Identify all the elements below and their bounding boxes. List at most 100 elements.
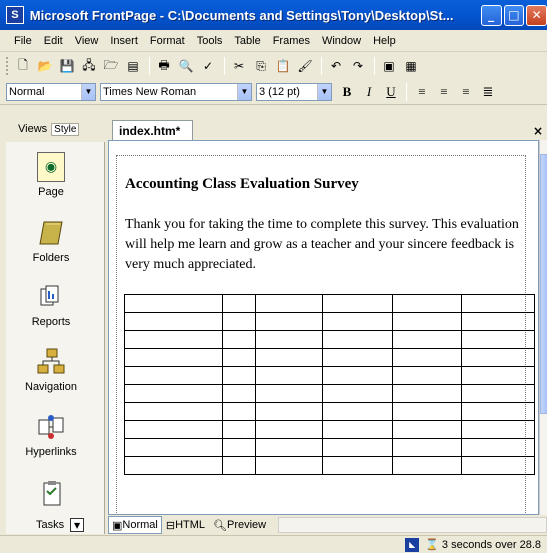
menu-insert[interactable]: Insert: [104, 35, 144, 47]
table-cell[interactable]: [254, 348, 324, 367]
view-reports[interactable]: Reports: [6, 282, 96, 344]
tab-index-htm[interactable]: index.htm*: [112, 120, 194, 140]
spelling-icon[interactable]: ✓: [198, 56, 218, 76]
table-cell[interactable]: [392, 384, 463, 403]
style-dropdown[interactable]: Normal ▼: [6, 82, 96, 101]
table-cell[interactable]: [392, 330, 463, 349]
table-cell[interactable]: [322, 366, 394, 385]
table-cell[interactable]: [392, 366, 463, 385]
table-cell[interactable]: [124, 438, 223, 457]
chevron-down-icon[interactable]: ▼: [317, 83, 331, 100]
table-cell[interactable]: [322, 348, 394, 367]
menu-file[interactable]: File: [8, 35, 38, 47]
view-tasks-icon-item[interactable]: [6, 478, 96, 508]
view-label-tasks[interactable]: Tasks: [36, 519, 64, 531]
table-cell[interactable]: [221, 402, 256, 421]
table-cell[interactable]: [254, 330, 324, 349]
menu-frames[interactable]: Frames: [267, 35, 316, 47]
table-row[interactable]: [124, 420, 535, 439]
web-component-icon[interactable]: ▣: [379, 56, 399, 76]
new-page-icon[interactable]: 🗋: [13, 56, 33, 76]
table-cell[interactable]: [221, 366, 256, 385]
table-cell[interactable]: [254, 294, 324, 313]
table-cell[interactable]: [254, 456, 324, 475]
toolbar-grip[interactable]: [6, 57, 9, 75]
italic-button[interactable]: I: [358, 82, 380, 102]
table-cell[interactable]: [392, 438, 463, 457]
table-row[interactable]: [124, 294, 535, 313]
tab-normal[interactable]: ▣ Normal: [108, 516, 162, 534]
table-cell[interactable]: [322, 402, 394, 421]
table-cell[interactable]: [392, 312, 463, 331]
table-row[interactable]: [124, 384, 535, 403]
intro-paragraph[interactable]: Thank you for taking the time to complet…: [125, 215, 525, 275]
table-cell[interactable]: [221, 384, 256, 403]
table-cell[interactable]: [461, 312, 535, 331]
open-icon[interactable]: 📂: [35, 56, 55, 76]
table-cell[interactable]: [322, 330, 394, 349]
tab-html[interactable]: ⊟ HTML: [162, 516, 209, 534]
menu-window[interactable]: Window: [316, 35, 367, 47]
print-icon[interactable]: 🖶: [154, 56, 174, 76]
tab-preview[interactable]: 🔍︎ Preview: [209, 516, 270, 534]
minimize-button[interactable]: _: [480, 4, 502, 26]
menu-format[interactable]: Format: [144, 35, 191, 47]
cut-icon[interactable]: ✂: [229, 56, 249, 76]
table-cell[interactable]: [461, 330, 535, 349]
table-cell[interactable]: [254, 384, 324, 403]
table-row[interactable]: [124, 348, 535, 367]
survey-table[interactable]: [124, 294, 535, 475]
save-icon[interactable]: 💾: [57, 56, 77, 76]
table-cell[interactable]: [254, 402, 324, 421]
table-cell[interactable]: [221, 456, 256, 475]
chevron-down-icon[interactable]: ▼: [81, 83, 95, 100]
table-cell[interactable]: [322, 420, 394, 439]
redo-icon[interactable]: ↷: [348, 56, 368, 76]
table-cell[interactable]: [461, 294, 535, 313]
table-cell[interactable]: [392, 456, 463, 475]
table-row[interactable]: [124, 366, 535, 385]
preview-icon[interactable]: 🔍: [176, 56, 196, 76]
table-cell[interactable]: [461, 438, 535, 457]
chevron-down-icon[interactable]: ▼: [70, 518, 85, 532]
table-cell[interactable]: [392, 348, 463, 367]
horizontal-scrollbar[interactable]: [278, 517, 547, 533]
format-painter-icon[interactable]: 🖌: [295, 56, 315, 76]
chevron-down-icon[interactable]: ▼: [237, 83, 251, 100]
frontpage-app-icon[interactable]: S: [6, 6, 24, 24]
menu-help[interactable]: Help: [367, 35, 402, 47]
table-row[interactable]: [124, 312, 535, 331]
scrollbar-thumb[interactable]: [540, 154, 547, 414]
table-cell[interactable]: [392, 420, 463, 439]
underline-button[interactable]: U: [380, 82, 402, 102]
table-cell[interactable]: [221, 348, 256, 367]
table-cell[interactable]: [254, 420, 324, 439]
vertical-scrollbar[interactable]: [539, 140, 547, 515]
table-cell[interactable]: [392, 402, 463, 421]
table-cell[interactable]: [124, 348, 223, 367]
table-cell[interactable]: [461, 420, 535, 439]
font-size-dropdown[interactable]: 3 (12 pt) ▼: [256, 82, 332, 101]
paste-icon[interactable]: 📋: [273, 56, 293, 76]
table-cell[interactable]: [124, 330, 223, 349]
insert-table-icon[interactable]: ▦: [401, 56, 421, 76]
table-cell[interactable]: [461, 348, 535, 367]
font-dropdown[interactable]: Times New Roman ▼: [100, 82, 252, 101]
publish-icon[interactable]: 🖧: [79, 56, 99, 76]
align-right-icon[interactable]: ≡: [455, 82, 477, 102]
maximize-button[interactable]: □: [503, 4, 525, 26]
close-document-icon[interactable]: ×: [533, 124, 543, 138]
table-row[interactable]: [124, 438, 535, 457]
survey-heading[interactable]: Accounting Class Evaluation Survey: [125, 176, 359, 193]
table-row[interactable]: [124, 402, 535, 421]
view-hyperlinks[interactable]: Hyperlinks: [6, 412, 96, 474]
align-left-icon[interactable]: ≡: [411, 82, 433, 102]
table-cell[interactable]: [124, 420, 223, 439]
table-cell[interactable]: [322, 384, 394, 403]
view-navigation[interactable]: Navigation: [6, 347, 96, 409]
menu-table[interactable]: Table: [228, 35, 266, 47]
menu-edit[interactable]: Edit: [38, 35, 69, 47]
table-cell[interactable]: [254, 366, 324, 385]
page-editor[interactable]: Accounting Class Evaluation Survey Thank…: [108, 140, 539, 515]
table-cell[interactable]: [461, 366, 535, 385]
